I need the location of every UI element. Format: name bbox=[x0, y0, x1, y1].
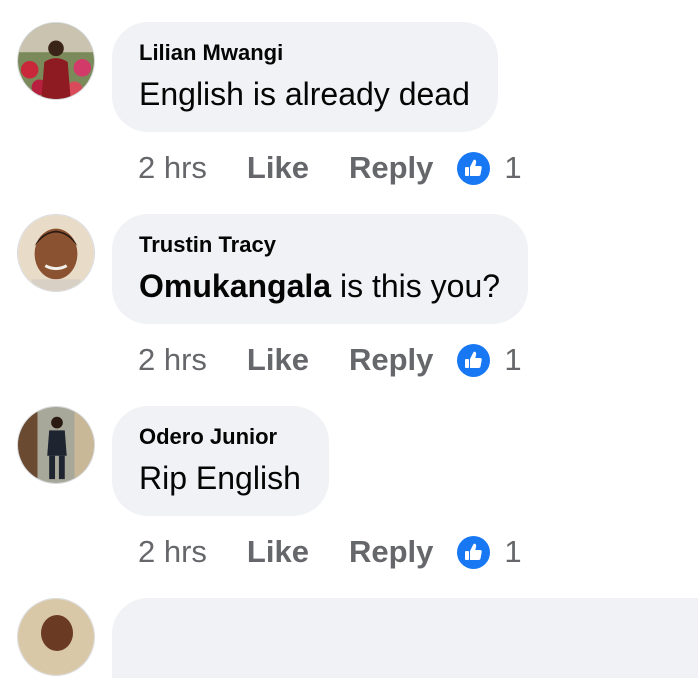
like-button[interactable]: Like bbox=[247, 534, 309, 570]
comment-text: English is already dead bbox=[139, 76, 470, 112]
reply-button[interactable]: Reply bbox=[349, 342, 433, 378]
comment-bubble: Odero Junior Rip English bbox=[112, 406, 329, 516]
avatar[interactable] bbox=[17, 406, 95, 484]
comment-actions: 2 hrs Like Reply 1 bbox=[138, 148, 522, 188]
reaction-count[interactable]: 1 bbox=[504, 150, 521, 186]
comment-actions: 2 hrs Like Reply 1 bbox=[138, 340, 522, 380]
thumbs-up-icon[interactable] bbox=[457, 151, 491, 185]
comment-bubble: Lilian Mwangi English is already dead bbox=[112, 22, 498, 132]
comment-item: Lilian Mwangi English is already dead 2 … bbox=[0, 22, 698, 212]
comment-bubble bbox=[112, 598, 698, 678]
comment-text-body: is this you? bbox=[331, 268, 501, 304]
comment-actions: 2 hrs Like Reply 1 bbox=[138, 532, 522, 572]
comment-text: Rip English bbox=[139, 460, 301, 496]
avatar[interactable] bbox=[17, 598, 95, 676]
comment-bubble: Trustin Tracy Omukangala is this you? bbox=[112, 214, 529, 324]
reaction-count[interactable]: 1 bbox=[504, 534, 521, 570]
like-button[interactable]: Like bbox=[247, 150, 309, 186]
reaction-count[interactable]: 1 bbox=[504, 342, 521, 378]
comment-item: Trustin Tracy Omukangala is this you? 2 … bbox=[0, 214, 698, 404]
avatar[interactable] bbox=[17, 22, 95, 100]
comment-timestamp[interactable]: 2 hrs bbox=[138, 342, 207, 378]
reply-button[interactable]: Reply bbox=[349, 534, 433, 570]
comment-author[interactable]: Lilian Mwangi bbox=[139, 38, 470, 68]
comment-author[interactable]: Trustin Tracy bbox=[139, 230, 500, 260]
comment-author[interactable]: Odero Junior bbox=[139, 422, 301, 452]
mention-link[interactable]: Omukangala bbox=[139, 268, 331, 304]
like-button[interactable]: Like bbox=[247, 342, 309, 378]
comment-text: Omukangala is this you? bbox=[139, 264, 500, 308]
comment-item: Odero Junior Rip English 2 hrs Like Repl… bbox=[0, 406, 698, 596]
reply-button[interactable]: Reply bbox=[349, 150, 433, 186]
comment-timestamp[interactable]: 2 hrs bbox=[138, 534, 207, 570]
comment-timestamp[interactable]: 2 hrs bbox=[138, 150, 207, 186]
avatar[interactable] bbox=[17, 214, 95, 292]
thumbs-up-icon[interactable] bbox=[457, 343, 491, 377]
thumbs-up-icon[interactable] bbox=[457, 535, 491, 569]
